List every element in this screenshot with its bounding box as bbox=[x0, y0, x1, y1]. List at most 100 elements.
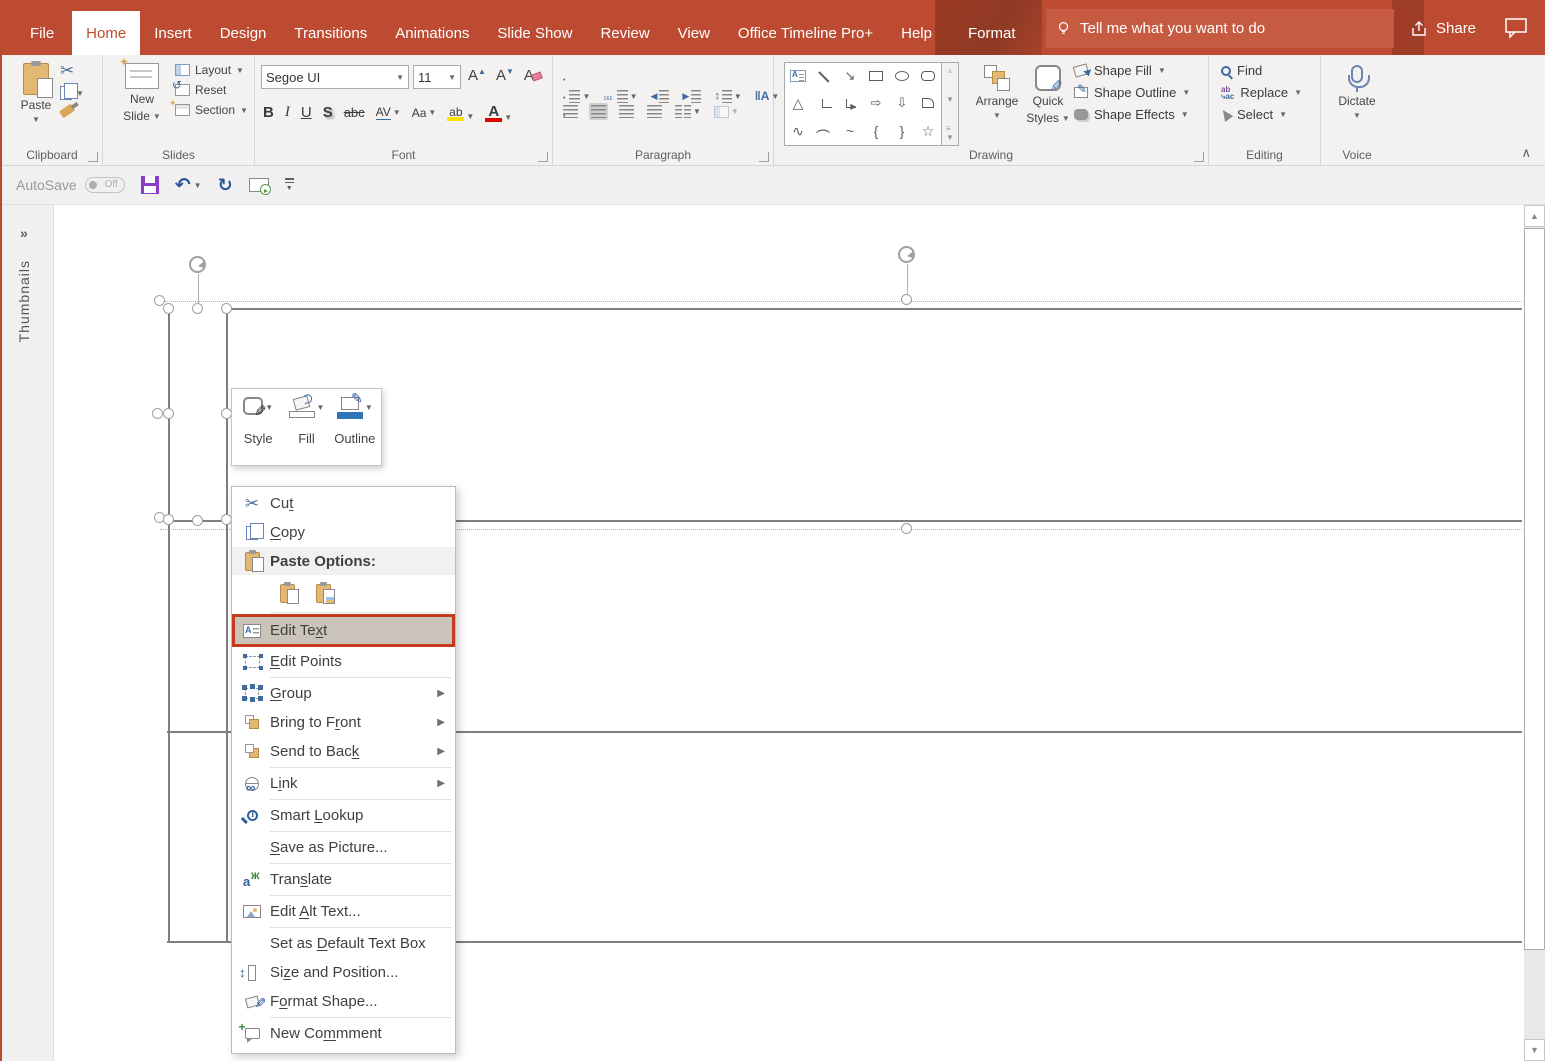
copy-icon[interactable] bbox=[60, 83, 78, 100]
tab-animations[interactable]: Animations bbox=[381, 11, 483, 55]
clipboard-dialog-launcher[interactable] bbox=[88, 152, 98, 162]
selection-handle[interactable] bbox=[152, 408, 163, 419]
underline-button[interactable]: U bbox=[301, 104, 312, 121]
menu-item-edit-points[interactable]: Edit Points bbox=[232, 647, 455, 676]
reset-button[interactable]: Reset bbox=[172, 78, 248, 97]
gallery-down-icon[interactable]: ▼ bbox=[946, 95, 954, 104]
customize-qat-icon[interactable]: ▼ bbox=[284, 178, 294, 192]
shape-border-line[interactable] bbox=[168, 308, 170, 942]
character-spacing-button[interactable]: AV ▼ bbox=[375, 105, 401, 120]
vertical-scrollbar[interactable]: ▲ ▼ bbox=[1524, 205, 1545, 1061]
font-name-combo[interactable]: Segoe UI ▼ bbox=[261, 65, 409, 89]
menu-item-send-to-back[interactable]: Send to Back ▶ bbox=[232, 737, 455, 766]
left-brace-icon[interactable]: { bbox=[863, 117, 889, 145]
shape-effects-button[interactable]: Shape Effects ▼ bbox=[1074, 107, 1190, 122]
shape-fill-button[interactable]: Shape Fill ▼ bbox=[1072, 63, 1190, 78]
arrow-icon[interactable]: ↘ bbox=[837, 63, 863, 90]
text-shadow-button[interactable]: S bbox=[323, 104, 333, 121]
paste-button[interactable]: Paste ▼ bbox=[10, 61, 62, 147]
new-slide-button[interactable]: New Slide ▼ bbox=[113, 55, 171, 123]
redo-icon[interactable]: ↻ bbox=[218, 175, 233, 196]
decrease-indent-button[interactable]: ◀ bbox=[648, 88, 671, 105]
tab-slide-show[interactable]: Slide Show bbox=[483, 11, 586, 55]
collapse-ribbon-button[interactable]: ∧ bbox=[1521, 145, 1531, 161]
replace-button[interactable]: ab ⤷ac Replace ▼ bbox=[1221, 85, 1302, 100]
shape-outline-button[interactable]: Shape Outline▼ bbox=[1074, 82, 1190, 100]
selection-handle[interactable] bbox=[163, 514, 174, 525]
drawing-dialog-launcher[interactable] bbox=[1194, 152, 1204, 162]
menu-item-set-as-default-text-box[interactable]: Set as Default Text Box bbox=[232, 929, 455, 958]
paragraph-dialog-launcher[interactable] bbox=[759, 152, 769, 162]
tab-review[interactable]: Review bbox=[586, 11, 663, 55]
tab-file[interactable]: File bbox=[12, 11, 72, 55]
section-button[interactable]: Section▼ bbox=[169, 98, 248, 117]
shrink-font-button[interactable]: A▼ bbox=[496, 67, 514, 84]
elbow-arrow-icon[interactable]: ▶ bbox=[837, 90, 863, 118]
clear-formatting-button[interactable]: A bbox=[524, 67, 543, 84]
selection-handle[interactable] bbox=[163, 408, 174, 419]
text-box-icon[interactable] bbox=[785, 63, 811, 90]
curve-icon[interactable]: ~ bbox=[837, 117, 863, 145]
justify-button[interactable] bbox=[645, 103, 664, 120]
tab-insert[interactable]: Insert bbox=[140, 11, 206, 55]
rounded-rectangle-icon[interactable] bbox=[915, 63, 941, 90]
gallery-more-icon[interactable]: ≡ ▼ bbox=[946, 124, 954, 142]
rotation-handle[interactable] bbox=[898, 246, 915, 263]
font-size-combo[interactable]: 11 ▼ bbox=[413, 65, 461, 89]
thumbnails-pane-collapsed[interactable]: » Thumbnails bbox=[2, 205, 54, 1061]
scroll-down-icon[interactable]: ▼ bbox=[1524, 1039, 1545, 1061]
selection-handle[interactable] bbox=[163, 303, 174, 314]
autosave-toggle[interactable]: AutoSave Off bbox=[16, 177, 125, 193]
menu-item-edit-alt-text[interactable]: Edit Alt Text... bbox=[232, 897, 455, 926]
tab-help[interactable]: Help bbox=[887, 11, 946, 55]
gallery-up-icon[interactable]: ▲ bbox=[946, 66, 954, 75]
menu-item-format-shape[interactable]: Format Shape... bbox=[232, 987, 455, 1016]
paste-dropdown-arrow[interactable]: ▼ bbox=[32, 115, 40, 124]
convert-to-smartart-button[interactable]: ▼ bbox=[712, 104, 741, 120]
scroll-up-icon[interactable]: ▲ bbox=[1524, 205, 1545, 227]
grow-font-button[interactable]: A▲ bbox=[468, 67, 486, 84]
scribble-icon[interactable]: ∿ bbox=[785, 117, 811, 145]
align-center-button[interactable] bbox=[589, 103, 608, 120]
align-right-button[interactable] bbox=[617, 103, 636, 120]
font-color-button[interactable]: A ▼ bbox=[485, 103, 512, 122]
tab-office-timeline-pro[interactable]: Office Timeline Pro+ bbox=[724, 11, 887, 55]
increase-indent-button[interactable]: ▶ bbox=[680, 88, 703, 105]
line-spacing-button[interactable]: ↕ ▼ bbox=[712, 88, 743, 105]
align-left-button[interactable] bbox=[561, 103, 580, 120]
quick-styles-button[interactable]: Quick Styles▼ bbox=[1024, 65, 1072, 125]
tab-design[interactable]: Design bbox=[206, 11, 281, 55]
bold-button[interactable]: B bbox=[263, 104, 274, 121]
right-arrow-icon[interactable]: ⇨ bbox=[863, 90, 889, 118]
tab-format[interactable]: Format bbox=[954, 11, 1030, 55]
columns-button[interactable]: ▼ bbox=[673, 103, 703, 120]
comment-icon[interactable] bbox=[1504, 17, 1528, 39]
shape-border-line[interactable] bbox=[226, 308, 228, 942]
menu-item-edit-text[interactable]: Edit Text bbox=[232, 614, 455, 647]
menu-item-smart-lookup[interactable]: Smart Lookup bbox=[232, 801, 455, 830]
strikethrough-button[interactable]: abc bbox=[344, 105, 365, 120]
undo-button[interactable]: ↶ ▼ bbox=[175, 174, 202, 197]
undo-dropdown-arrow[interactable]: ▼ bbox=[194, 181, 202, 190]
snip-corner-icon[interactable] bbox=[915, 90, 941, 118]
cut-icon[interactable]: ✂ bbox=[60, 62, 74, 79]
autosave-switch[interactable]: Off bbox=[84, 177, 125, 193]
mini-toolbar-outline-button[interactable]: ▼ Outline bbox=[333, 390, 377, 461]
selection-handle[interactable] bbox=[192, 303, 203, 314]
star-icon[interactable]: ☆ bbox=[915, 117, 941, 145]
elbow-connector-icon[interactable] bbox=[811, 90, 837, 118]
tell-me-box[interactable]: Tell me what you want to do bbox=[1046, 9, 1394, 48]
down-arrow-icon[interactable]: ⇩ bbox=[889, 90, 915, 118]
font-dialog-launcher[interactable] bbox=[538, 152, 548, 162]
rectangle-icon[interactable] bbox=[863, 63, 889, 90]
menu-item-translate[interactable]: Translate bbox=[232, 865, 455, 894]
triangle-icon[interactable]: △ bbox=[785, 90, 811, 118]
selection-handle[interactable] bbox=[901, 294, 912, 305]
dictate-button[interactable]: Dictate ▼ bbox=[1331, 65, 1383, 120]
find-button[interactable]: Find bbox=[1221, 63, 1302, 78]
change-case-button[interactable]: Aa ▼ bbox=[412, 106, 437, 120]
format-painter-icon[interactable] bbox=[58, 103, 76, 119]
menu-item-size-and-position[interactable]: Size and Position... bbox=[232, 958, 455, 987]
expand-thumbnails-icon[interactable]: » bbox=[20, 225, 28, 241]
share-button[interactable]: Share bbox=[1410, 9, 1476, 48]
